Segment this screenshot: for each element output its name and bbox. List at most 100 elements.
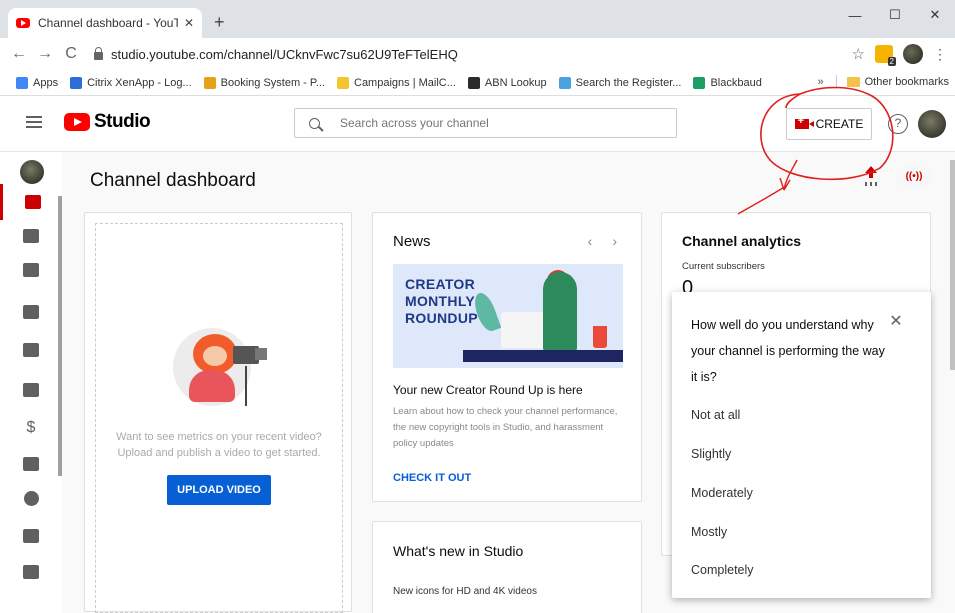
news-body: Learn about how to check your channel pe…	[393, 406, 618, 449]
news-card: News ‹ › CREATOR MONTHLY ROUNDUP Your ne…	[372, 212, 642, 502]
whats-new-card: What's new in Studio New icons for HD an…	[372, 521, 642, 613]
minimize-icon[interactable]: —	[835, 0, 875, 30]
survey-option[interactable]: Completely	[691, 563, 754, 577]
new-tab-button[interactable]: +	[214, 12, 225, 33]
check-it-out-link[interactable]: CHECK IT OUT	[393, 472, 471, 484]
search-input[interactable]	[340, 116, 640, 130]
whats-new-title: What's new in Studio	[393, 543, 524, 559]
bookmark-label: Search the Register...	[575, 76, 682, 89]
create-label: CREATE	[815, 117, 864, 131]
bookmark-favicon-icon	[203, 76, 216, 89]
chevron-right-icon[interactable]: ›	[612, 233, 617, 249]
survey-option[interactable]: Not at all	[691, 408, 740, 422]
bookmark-label: Apps	[33, 76, 59, 89]
news-headline: Your new Creator Round Up is here	[393, 383, 583, 397]
bookmark-item[interactable]: Blackbaud	[693, 76, 762, 89]
sidebar-item-analytics[interactable]	[0, 294, 62, 330]
help-icon[interactable]: ?	[888, 114, 908, 134]
bookmark-favicon-icon	[337, 76, 349, 89]
folder-icon	[846, 77, 860, 87]
chevron-left-icon[interactable]: ‹	[588, 233, 593, 249]
forward-arrow-icon[interactable]: →	[32, 45, 58, 63]
survey-option[interactable]: Moderately	[691, 486, 753, 500]
account-avatar[interactable]	[918, 110, 946, 138]
browser-menu-icon[interactable]: ⋮	[933, 46, 947, 63]
other-bookmarks[interactable]: Other bookmarks	[865, 76, 949, 88]
studio-logo[interactable]: Studio	[64, 111, 151, 133]
hamburger-menu-icon[interactable]	[26, 116, 42, 128]
survey-option[interactable]: Slightly	[691, 447, 731, 461]
channel-avatar[interactable]	[20, 160, 44, 184]
bookmark-item[interactable]: Apps	[16, 76, 59, 89]
go-live-icon[interactable]: ((•))	[896, 164, 932, 190]
upload-prompt-line2: Upload and publish a video to get starte…	[117, 447, 321, 459]
window-controls: — ☐ ✕	[835, 0, 955, 30]
survey-option[interactable]: Mostly	[691, 525, 727, 539]
sidebar-item-playlists[interactable]	[0, 252, 62, 288]
search-icon[interactable]	[309, 117, 320, 129]
bookmarks-bar: Apps Citrix XenApp - Log... Booking System…	[0, 70, 955, 96]
create-button[interactable]: CREATE	[786, 108, 872, 140]
analytics-title: Channel analytics	[682, 233, 802, 249]
bookmark-label: Booking System - P...	[220, 76, 325, 89]
close-tab-icon[interactable]: ✕	[184, 16, 194, 30]
video-camera-plus-icon	[794, 115, 814, 129]
survey-popup: How well do you understand why your chan…	[672, 292, 931, 598]
bookmark-label: Campaigns | MailC...	[354, 76, 456, 89]
sidebar-item-content[interactable]	[0, 218, 62, 254]
exit-icon	[23, 565, 39, 579]
bookmark-item[interactable]: Search the Register...	[558, 76, 682, 89]
comments-icon	[23, 343, 39, 357]
upload-prompt-text: Want to see metrics on your recent video…	[85, 429, 353, 461]
more-bookmarks-button[interactable]: »	[818, 76, 824, 88]
whats-new-item[interactable]: New icons for HD and 4K videos	[393, 586, 537, 597]
image-caption-line: ROUNDUP	[405, 310, 478, 326]
upload-video-button[interactable]: UPLOAD VIDEO	[167, 475, 271, 505]
studio-header: Studio CREATE ?	[0, 96, 955, 152]
divider	[835, 75, 837, 89]
bookmark-item[interactable]: Citrix XenApp - Log...	[70, 76, 192, 89]
bookmark-label: ABN Lookup	[484, 76, 547, 89]
upload-icon[interactable]	[862, 166, 880, 186]
survey-question: How well do you understand why your chan…	[691, 318, 885, 384]
bookmark-item[interactable]: Booking System - P...	[203, 76, 325, 89]
reload-icon[interactable]: C	[58, 45, 84, 63]
back-arrow-icon[interactable]: ←	[6, 45, 32, 63]
dollar-icon: $	[26, 419, 36, 436]
extension-icon[interactable]	[875, 45, 897, 66]
creator-roundup-image[interactable]: CREATOR MONTHLY ROUNDUP	[393, 264, 623, 368]
close-icon[interactable]: ✕	[888, 314, 904, 330]
bookmark-star-icon[interactable]: ☆	[852, 45, 865, 63]
main-scrollbar[interactable]	[950, 160, 955, 370]
address-bar-row: ← → C studio.youtube.com/channel/UCknvFw…	[0, 38, 955, 70]
sidebar-item-dashboard[interactable]	[0, 184, 62, 220]
youtube-logo-icon	[64, 113, 90, 131]
logo-text: Studio	[94, 111, 151, 132]
sidebar-item-comments[interactable]	[0, 332, 62, 368]
browser-tab-bar: Channel dashboard - YouTube St ✕ + — ☐ ✕	[0, 0, 955, 38]
sidebar-item-feedback[interactable]	[0, 518, 62, 554]
image-caption-line: CREATOR	[405, 276, 476, 292]
analytics-icon	[23, 305, 39, 319]
bookmark-favicon-icon	[70, 76, 83, 89]
bookmark-favicon-icon	[467, 76, 480, 89]
bookmark-item[interactable]: Campaigns | MailC...	[337, 76, 456, 89]
bookmark-item[interactable]: ABN Lookup	[467, 76, 547, 89]
bookmark-label: Citrix XenApp - Log...	[87, 76, 192, 89]
sidebar-item-monetization[interactable]: $	[0, 410, 62, 446]
url-input[interactable]: studio.youtube.com/channel/UCknvFwc7su62…	[94, 42, 874, 66]
sidebar-item-audio-library[interactable]	[0, 446, 62, 482]
browser-tab[interactable]: Channel dashboard - YouTube St ✕	[8, 8, 202, 38]
url-text: studio.youtube.com/channel/UCknvFwc7su62…	[111, 46, 458, 62]
sidebar-item-creator-studio-classic[interactable]	[0, 554, 62, 590]
maximize-icon[interactable]: ☐	[875, 0, 915, 30]
search-box[interactable]	[294, 108, 677, 138]
left-sidebar: $	[0, 152, 62, 613]
news-title: News	[393, 233, 431, 250]
subtitles-icon	[23, 383, 39, 397]
video-library-icon	[23, 229, 39, 243]
sidebar-item-subtitles[interactable]	[0, 372, 62, 408]
profile-avatar[interactable]	[903, 44, 923, 64]
sidebar-item-settings[interactable]	[0, 480, 62, 516]
close-window-icon[interactable]: ✕	[915, 0, 955, 30]
